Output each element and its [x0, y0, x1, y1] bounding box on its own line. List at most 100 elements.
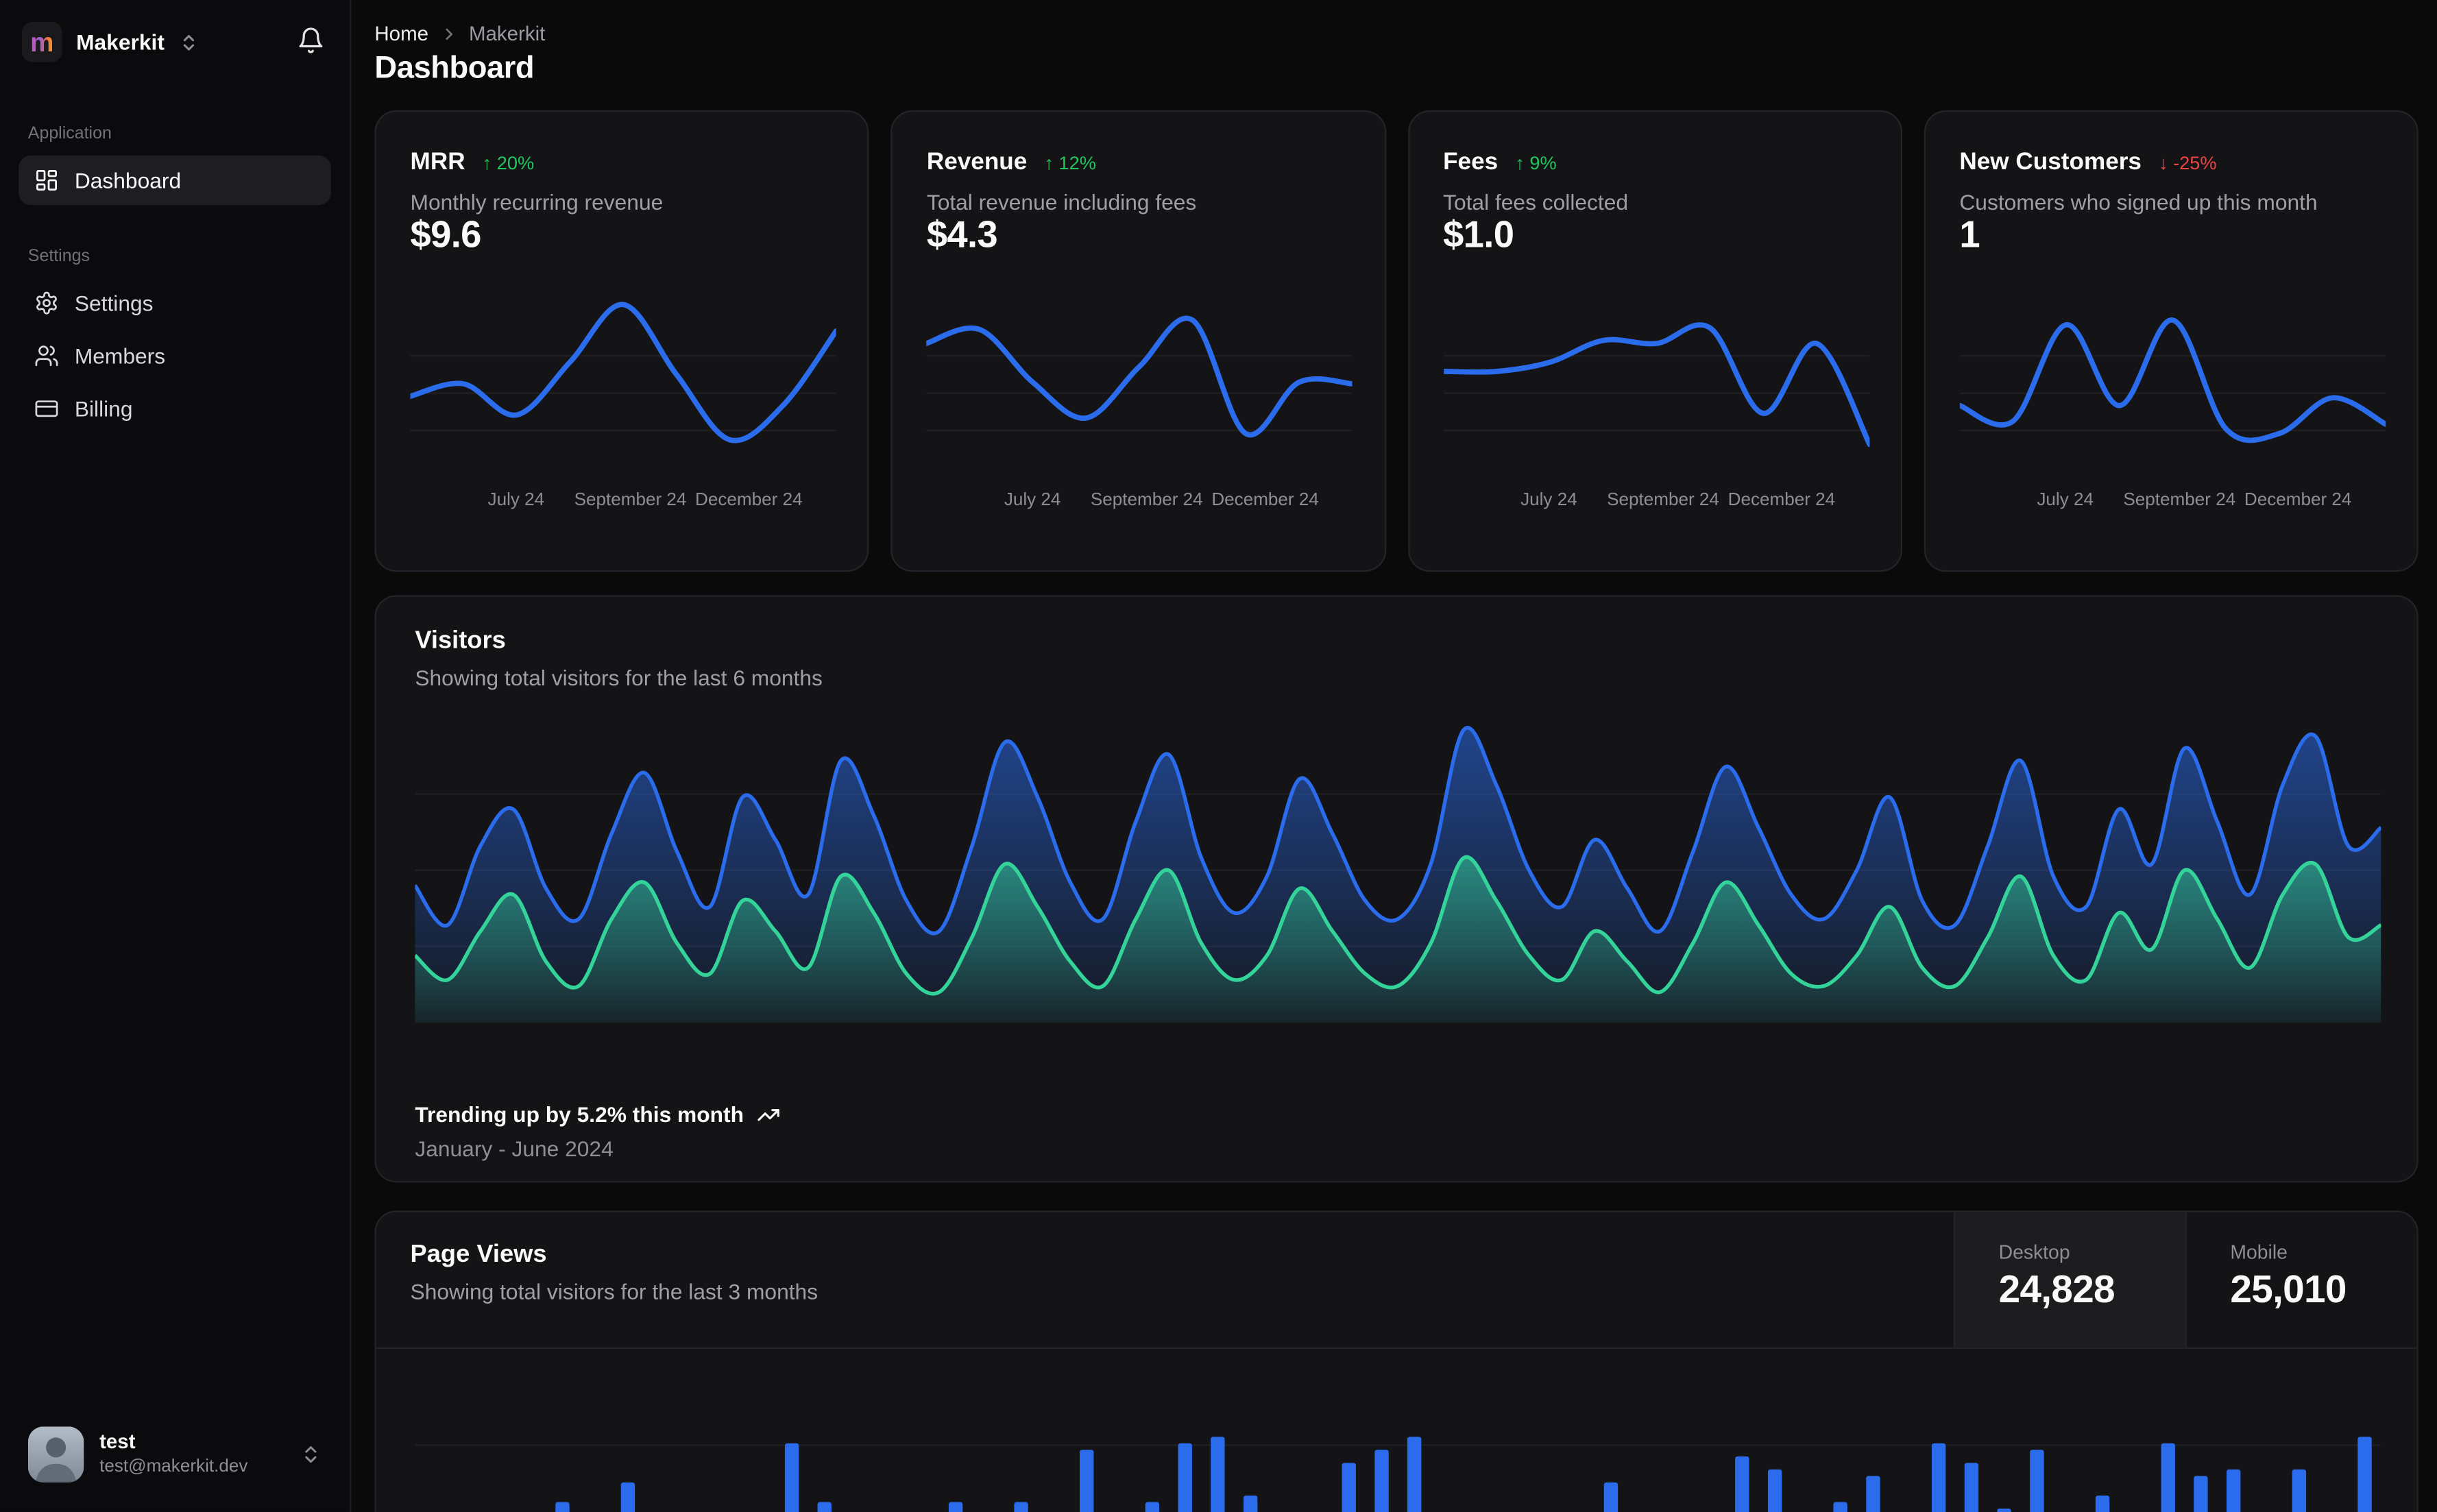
sidebar-item-dashboard[interactable]: Dashboard [19, 156, 331, 206]
user-email: test@makerkit.dev [99, 1456, 284, 1479]
axis-tick-label: July 24 [488, 491, 545, 509]
axis-tick-label: December 24 [1211, 491, 1319, 509]
avatar [28, 1426, 84, 1483]
axis-tick-label: December 24 [1728, 491, 1836, 509]
stat-card: New Customers ↓ -25% Customers who signe… [1924, 110, 2418, 572]
main-content: Home Makerkit Dashboard MRR ↑ 20% Monthly… [351, 0, 2437, 1512]
stat-card-sparkline [927, 294, 1353, 484]
sidebar-item-members[interactable]: Members [19, 331, 331, 381]
page-views-title: Page Views [411, 1241, 1919, 1269]
dashboard-page: m Makerkit Application Dashboard Settings S… [0, 0, 2437, 1512]
sidebar-item-label: Members [75, 343, 165, 368]
stat-card-subtitle: Monthly recurring revenue [411, 190, 664, 215]
stat-card: Revenue ↑ 12% Total revenue including fe… [891, 110, 1386, 572]
workspace-name: Makerkit [76, 29, 165, 54]
bell-icon [297, 27, 325, 55]
axis-tick-label: December 24 [2244, 491, 2352, 509]
stat-card-value: $4.3 [927, 215, 997, 258]
page-views-header: Page Views Showing total visitors for th… [376, 1212, 2417, 1349]
stat-card-subtitle: Total revenue including fees [927, 190, 1197, 215]
stat-card-axis-ticks: July 24 September 24 December 24 [927, 491, 1350, 513]
visitors-trend-text: Trending up by 5.2% this month [415, 1101, 744, 1126]
page-views-titleblock: Page Views Showing total visitors for th… [376, 1212, 1954, 1347]
user-name: test [99, 1430, 284, 1456]
stat-card-titlerow: MRR ↑ 20% [411, 149, 535, 178]
stat-card-sparkline [411, 294, 836, 484]
page-views-toggle-mobile[interactable]: Mobile 25,010 [2185, 1212, 2417, 1347]
breadcrumb-link[interactable]: Home [374, 22, 428, 45]
toggle-value: 25,010 [2230, 1268, 2416, 1313]
dashboard-icon [34, 168, 59, 193]
stat-card-sparkline [1959, 294, 2385, 484]
toggle-value: 24,828 [1999, 1268, 2185, 1313]
sidebar-item-label: Dashboard [75, 168, 181, 193]
stat-card: MRR ↑ 20% Monthly recurring revenue $9.6… [374, 110, 869, 572]
stat-card: Fees ↑ 9% Total fees collected $1.0 July… [1407, 110, 1902, 572]
sidebar: m Makerkit Application Dashboard Settings S… [0, 0, 351, 1512]
nav-section-label: Settings [28, 247, 322, 265]
notifications-button[interactable] [297, 27, 325, 55]
toggle-label: Mobile [2230, 1241, 2416, 1263]
user-menu[interactable]: test test@makerkit.dev [16, 1413, 335, 1496]
gear-icon [34, 291, 59, 315]
stat-card-subtitle: Customers who signed up this month [1959, 190, 2317, 215]
axis-tick-label: September 24 [574, 491, 687, 509]
visitors-title: Visitors [415, 628, 505, 656]
visitors-subtitle: Showing total visitors for the last 6 mo… [415, 665, 823, 690]
axis-tick-label: July 24 [2037, 491, 2094, 509]
breadcrumb: Home Makerkit [374, 22, 545, 45]
stat-card-trend: ↑ 20% [483, 152, 535, 174]
stat-card-title: MRR [411, 149, 465, 178]
chevron-right-icon [439, 24, 458, 42]
stat-card-axis-ticks: July 24 September 24 December 24 [1443, 491, 1866, 513]
visitors-card: Visitors Showing total visitors for the … [374, 595, 2418, 1182]
nav-section-label: Application [28, 124, 322, 143]
stat-card-titlerow: New Customers ↓ -25% [1959, 149, 2216, 178]
makerkit-logo: m [22, 22, 62, 62]
logo-letter: m [30, 29, 53, 56]
user-meta: test test@makerkit.dev [99, 1430, 284, 1479]
page-views-toggles: Desktop 24,828 Mobile 25,010 [1954, 1212, 2417, 1347]
axis-tick-label: September 24 [1607, 491, 1719, 509]
stat-card-value: 1 [1959, 215, 1980, 258]
workspace-selector[interactable]: m Makerkit [22, 20, 199, 63]
page-views-toggle-desktop[interactable]: Desktop 24,828 [1954, 1212, 2185, 1347]
page-title: Dashboard [374, 51, 534, 87]
users-icon [34, 343, 59, 368]
breadcrumb-current: Makerkit [469, 22, 545, 45]
axis-tick-label: July 24 [1004, 491, 1061, 509]
stat-card-trend: ↑ 9% [1515, 152, 1557, 174]
sidebar-item-label: Billing [75, 396, 133, 421]
visitors-footer-trend: Trending up by 5.2% this month [415, 1101, 779, 1126]
axis-tick-label: December 24 [695, 491, 803, 509]
stat-card-value: $9.6 [411, 215, 481, 258]
stat-card-title: Fees [1443, 149, 1498, 178]
page-views-card: Page Views Showing total visitors for th… [374, 1210, 2418, 1512]
axis-tick-label: July 24 [1520, 491, 1577, 509]
page-views-subtitle: Showing total visitors for the last 3 mo… [411, 1279, 1919, 1304]
toggle-label: Desktop [1999, 1241, 2185, 1263]
sidebar-item-label: Settings [75, 291, 154, 315]
stat-card-value: $1.0 [1443, 215, 1514, 258]
sidebar-item-billing[interactable]: Billing [19, 384, 331, 434]
stat-card-title: New Customers [1959, 149, 2142, 178]
stat-card-titlerow: Revenue ↑ 12% [927, 149, 1096, 178]
chevrons-up-down-icon [178, 32, 198, 51]
stat-card-titlerow: Fees ↑ 9% [1443, 149, 1557, 178]
trending-up-icon [756, 1103, 779, 1126]
chevrons-up-down-icon [300, 1443, 322, 1465]
credit-card-icon [34, 396, 59, 421]
stat-cards-row: MRR ↑ 20% Monthly recurring revenue $9.6… [374, 110, 2418, 572]
stat-card-title: Revenue [927, 149, 1028, 178]
axis-tick-label: September 24 [2123, 491, 2235, 509]
stat-card-subtitle: Total fees collected [1443, 190, 1628, 215]
sidebar-item-settings[interactable]: Settings [19, 278, 331, 328]
axis-tick-label: September 24 [1091, 491, 1203, 509]
stat-card-axis-ticks: July 24 September 24 December 24 [1959, 491, 2382, 513]
stat-card-trend: ↓ -25% [2159, 152, 2217, 174]
stat-card-trend: ↑ 12% [1044, 152, 1096, 174]
sidebar-nav: Application Dashboard Settings Settings Memb… [19, 124, 331, 437]
stat-card-axis-ticks: July 24 September 24 December 24 [411, 491, 834, 513]
stat-card-sparkline [1443, 294, 1869, 484]
visitors-area-chart [415, 718, 2381, 1022]
